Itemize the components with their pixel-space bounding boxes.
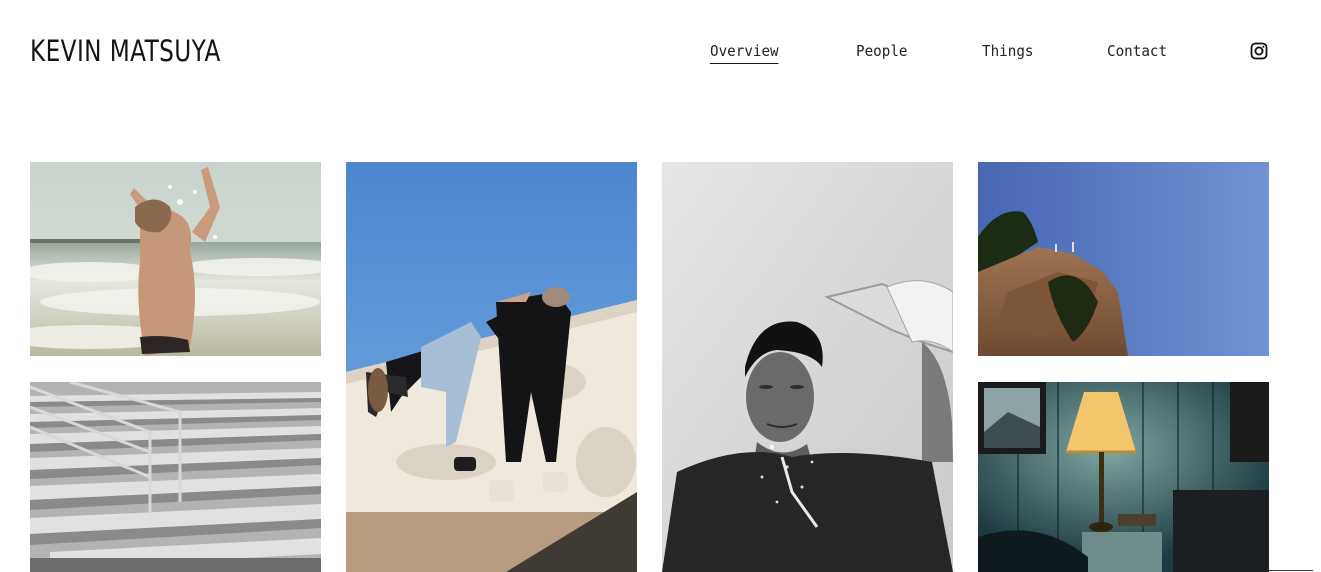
gallery-tile-lamp[interactable] bbox=[978, 382, 1269, 572]
bedside-lamp-photo bbox=[978, 382, 1269, 572]
gallery-tile-water-portrait[interactable] bbox=[662, 162, 953, 572]
gallery-tile-bleachers[interactable] bbox=[30, 382, 321, 572]
nav-item-things[interactable]: Things bbox=[982, 42, 1033, 60]
beach-splash-photo bbox=[30, 162, 321, 356]
two-people-climbing-wall-photo bbox=[346, 162, 637, 572]
gallery-tile-wall-climb[interactable] bbox=[346, 162, 637, 572]
cliff-sky-photo bbox=[978, 162, 1269, 356]
nav-item-people[interactable]: People bbox=[856, 42, 907, 60]
nav-item-overview[interactable]: Overview bbox=[710, 42, 779, 64]
scroll-indicator bbox=[1269, 570, 1313, 571]
site-title[interactable]: KEVIN MATSUYA bbox=[30, 34, 221, 68]
gallery-tile-cliff[interactable] bbox=[978, 162, 1269, 356]
instagram-icon[interactable] bbox=[1250, 42, 1268, 60]
gallery-tile-beach-splash[interactable] bbox=[30, 162, 321, 356]
nav-item-contact[interactable]: Contact bbox=[1107, 42, 1167, 60]
water-pour-portrait-photo bbox=[662, 162, 953, 572]
bleachers-photo bbox=[30, 382, 321, 572]
